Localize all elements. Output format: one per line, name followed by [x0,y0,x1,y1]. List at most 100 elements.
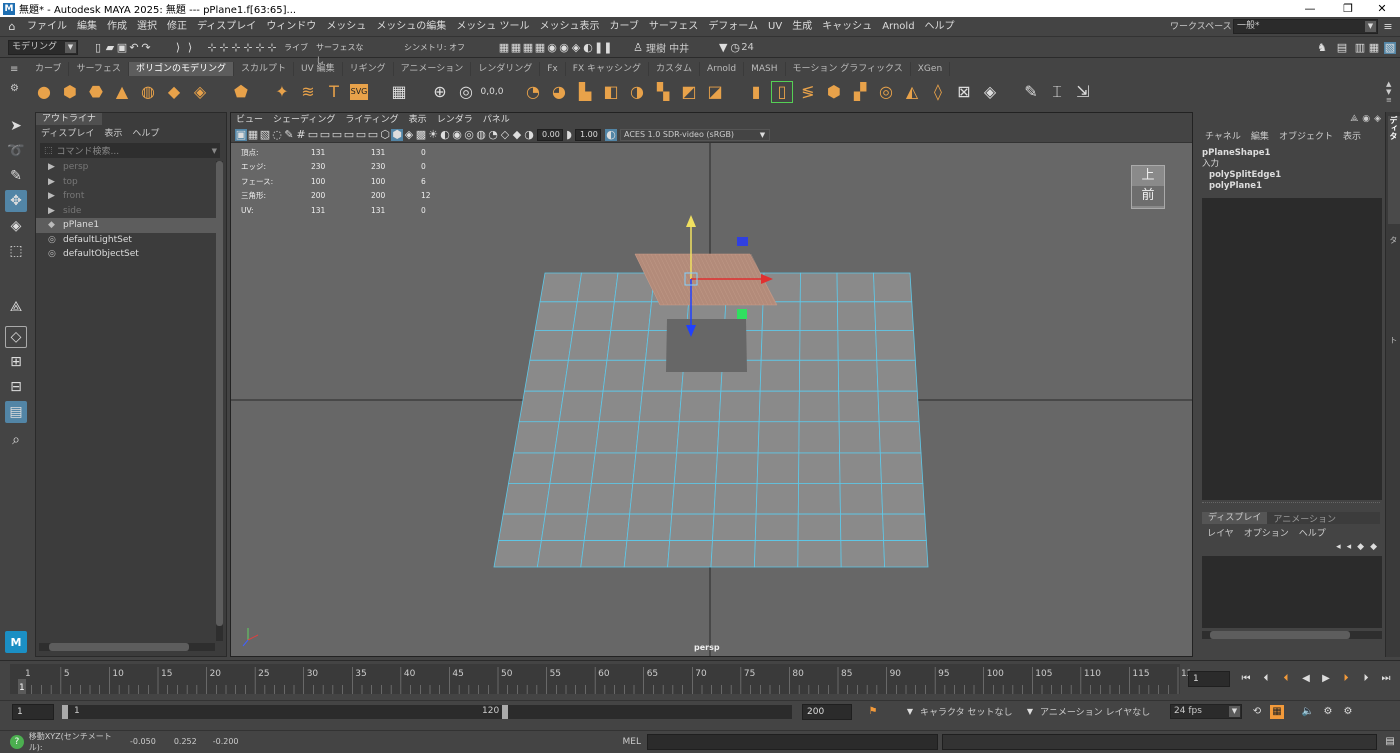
mesh-face[interactable] [716,421,760,454]
viewport-menu-shading[interactable]: シェーディング [268,113,340,128]
mesh-face[interactable] [881,483,926,515]
mesh-face[interactable] [678,390,722,423]
super-shape-icon[interactable]: ✦ [272,82,292,102]
mesh-face[interactable] [583,513,631,541]
layers-tab-animation[interactable]: アニメーション [1267,512,1342,525]
menu-select[interactable]: 選択 [132,17,162,37]
side-tab-channelbox[interactable]: チャネル ボックス/レイヤ エディタ [1388,116,1400,224]
poly-disc-icon[interactable]: ◈ [190,82,210,102]
go-to-end-icon[interactable]: ⏭ [1379,672,1393,686]
mesh-face[interactable] [632,452,678,484]
mesh-face[interactable] [874,301,914,332]
bridge-icon[interactable]: ▯ [771,80,793,103]
toolsettings-toggle-icon[interactable]: ▦ [1368,42,1380,54]
chevron-down-icon[interactable]: ▼ [903,705,917,719]
mesh-face[interactable] [518,390,565,423]
mesh-face[interactable] [837,301,877,332]
time-ruler[interactable]: 1 5 10 15 20 25 30 35 40 45 50 55 60 65 70 75 80 85 90 95 10… [0,661,1190,697]
resolution-gate-icon[interactable]: ▭ [319,129,331,141]
retopologize-icon[interactable]: ◪ [705,82,725,102]
mesh-face[interactable] [534,301,578,332]
lasso-tool-icon[interactable]: ➰ [5,140,27,162]
shelf-tab-polygon-modeling[interactable]: ポリゴンのモデリング [128,62,234,76]
shelf-scroll[interactable]: ▲ ▼ ≡ [1386,80,1398,104]
safe-title-icon[interactable]: ▭ [367,129,379,141]
depth-of-field-icon[interactable]: ◆ [511,129,523,141]
outliner-search-field[interactable]: ⬚ コマンド検索... ▼ [40,143,220,158]
snap-curve-icon[interactable]: ⊹ [218,41,230,54]
list-item[interactable]: ▶ side [36,204,216,219]
snap-surface-icon[interactable]: ⊹ [254,41,266,54]
select-hierarchy-icon[interactable]: ⟩ [172,41,184,54]
input-node[interactable]: polyPlane1 [1202,181,1380,192]
list-item[interactable]: ▶ top [36,175,216,190]
menu-create[interactable]: 作成 [102,17,132,37]
channelbox-toggle-icon[interactable]: ▧ [1384,42,1396,54]
light-editor-icon[interactable]: ◈ [570,41,582,54]
layers-tab-display[interactable]: ディスプレイ [1202,512,1268,524]
smooth-icon[interactable]: ◑ [627,82,647,102]
mesh-face[interactable] [669,513,715,541]
redo-icon[interactable]: ↷ [140,41,152,54]
mesh-face[interactable] [626,513,673,541]
mesh-face[interactable] [883,540,929,568]
mesh-face[interactable] [754,513,799,541]
separate-icon[interactable]: ◕ [549,82,569,102]
range-start-handle[interactable] [62,704,68,719]
four-pane-icon[interactable]: ⊞ [5,351,27,373]
viewport-menu-renderer[interactable]: レンダラ [432,113,478,128]
list-item[interactable]: ◆ pPlane1 [36,218,216,233]
live-surface-field[interactable]: サーフェスなし [312,40,372,65]
workspace-options-icon[interactable]: ≡ [1382,21,1394,33]
mesh-face[interactable] [839,483,884,515]
fps-dropdown[interactable]: 24 fps ▼ [1170,704,1242,719]
mesh-face[interactable] [558,390,604,423]
shelf-gear-icon[interactable]: ⚙ [10,83,22,94]
exposure-field[interactable]: 0.00 [537,129,563,141]
snap-edge-icon[interactable]: ⊹ [266,41,278,54]
outliner-menu-help[interactable]: ヘルプ [132,126,159,139]
shelf-tab-arnold[interactable]: Arnold [700,62,745,76]
render-frame-icon[interactable]: ▦ [498,41,510,54]
workspace-dropdown[interactable]: 一般* ▼ [1233,19,1378,34]
arnold-render-icon[interactable]: ◐ [582,41,594,54]
gate-mask-icon[interactable]: ▭ [331,129,343,141]
mesh-face[interactable] [594,421,640,454]
mesh-face[interactable] [799,301,839,332]
render-setup-icon[interactable]: ◉ [558,41,570,54]
mesh-face[interactable] [797,483,841,515]
mesh-face[interactable] [755,483,799,515]
mesh-face[interactable] [758,390,800,423]
mesh-face[interactable] [840,540,886,568]
single-pane-icon[interactable]: ◇ [5,326,27,348]
view-cube[interactable]: 上 前 [1131,165,1165,209]
mesh-face[interactable] [513,421,560,454]
snap-grid-icon[interactable]: ⊹ [206,41,218,54]
mesh-face[interactable] [536,540,585,568]
mesh-face[interactable] [508,452,555,484]
save-scene-icon[interactable]: ▣ [116,41,128,54]
shelf-tab-mash[interactable]: MASH [744,62,786,76]
mesh-face[interactable] [873,272,913,303]
gamma-icon[interactable]: ◗ [563,129,575,141]
mesh-face[interactable] [602,359,646,392]
target-weld-icon[interactable]: ⇲ [1073,82,1093,102]
measure-tool-icon[interactable]: ⊕ [430,82,450,102]
close-icon[interactable]: ✕ [1364,0,1400,17]
user-name[interactable]: 理樹 中井 [646,40,689,55]
scrollbar-thumb[interactable] [49,643,189,651]
open-scene-icon[interactable]: ▰ [104,41,116,54]
menu-file[interactable]: ファイル [22,17,72,37]
append-polygon-icon[interactable]: ⬢ [824,82,844,102]
bevel-icon[interactable]: ≶ [798,82,818,102]
make-live-icon[interactable]: ✎ [1021,82,1041,102]
mesh-face[interactable] [713,483,758,515]
current-frame-field[interactable]: 1 [1188,671,1230,687]
select-object-icon[interactable]: ⟩ [184,41,196,54]
attribute-toggle-icon[interactable]: ▥ [1354,42,1366,54]
mesh-face[interactable] [718,390,761,423]
mesh-face[interactable] [524,359,569,392]
menu-display[interactable]: ディスプレイ [192,17,261,37]
type-tool-icon[interactable]: T [324,82,344,102]
script-editor-icon[interactable]: ▤ [1383,735,1397,749]
